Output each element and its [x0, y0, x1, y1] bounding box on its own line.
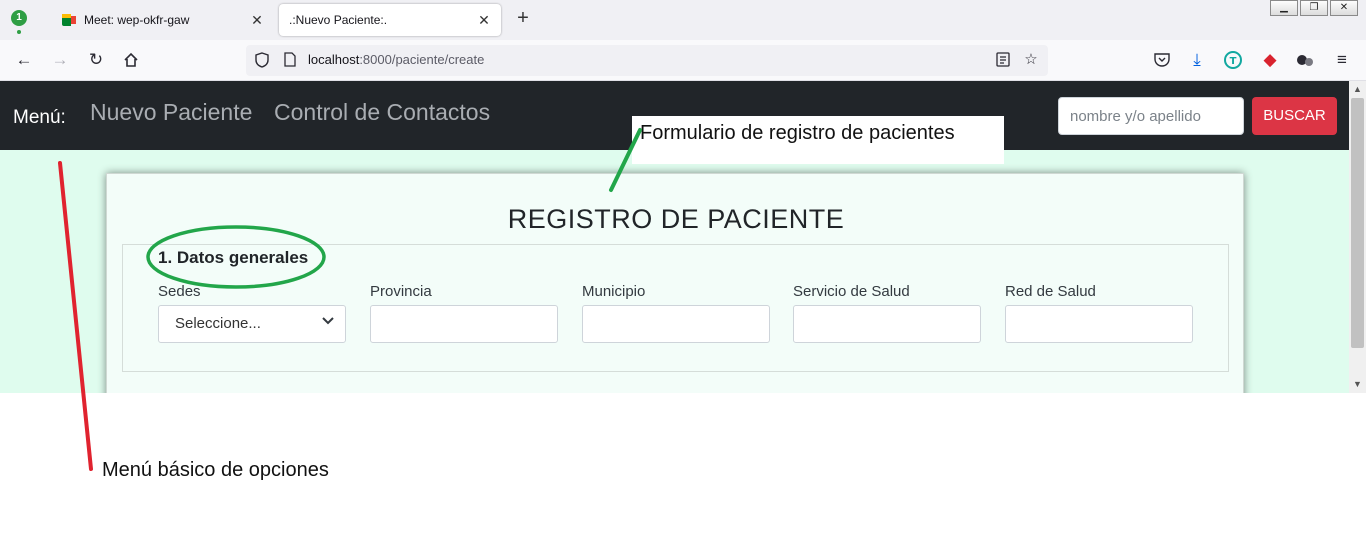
nav-link-control-contactos[interactable]: Control de Contactos	[274, 99, 490, 126]
tab-nuevo-paciente[interactable]: .:Nuevo Paciente:. ✕	[279, 4, 501, 36]
bookmark-star-icon[interactable]: ☆	[1019, 48, 1043, 72]
field-label: Servicio de Salud	[793, 283, 910, 300]
reload-icon[interactable]: ↻	[84, 48, 108, 72]
close-window-button[interactable]: ✕	[1330, 0, 1358, 16]
minimize-button[interactable]: ▁	[1270, 0, 1298, 16]
servicio-salud-input[interactable]	[793, 305, 981, 343]
vertical-scrollbar[interactable]: ▲ ▼	[1349, 81, 1366, 393]
window-controls: ▁ ❐ ✕	[1270, 0, 1358, 16]
pocket-icon[interactable]	[1150, 48, 1174, 72]
badge-indicator-dot	[17, 30, 21, 34]
nav-link-nuevo-paciente[interactable]: Nuevo Paciente	[90, 99, 252, 126]
field-red-salud: Red de Salud	[1005, 283, 1193, 343]
extensions-icon[interactable]	[1293, 48, 1317, 72]
red-salud-input[interactable]	[1005, 305, 1193, 343]
field-municipio: Municipio	[582, 283, 770, 343]
chevron-down-icon	[322, 317, 334, 325]
browser-toolbar: ← → ↻ localhost:8000/paciente/create ☆ ⤓…	[0, 40, 1366, 81]
sedes-select[interactable]: Seleccione...	[158, 305, 346, 343]
municipio-input[interactable]	[582, 305, 770, 343]
back-arrow-icon[interactable]: ←	[12, 48, 36, 72]
scroll-down-arrow-icon[interactable]: ▼	[1349, 376, 1366, 393]
url-host: localhost	[308, 52, 360, 67]
svg-text:T: T	[1230, 56, 1237, 67]
home-icon[interactable]	[119, 48, 143, 72]
field-label: Red de Salud	[1005, 283, 1096, 300]
downloads-icon[interactable]: ⤓	[1185, 48, 1209, 72]
url-text[interactable]: localhost:8000/paciente/create	[308, 52, 484, 67]
scroll-thumb[interactable]	[1351, 98, 1364, 348]
registration-card: REGISTRO DE PACIENTE 1. Datos generales …	[106, 173, 1244, 393]
navbar-brand: Menú:	[13, 107, 66, 128]
translate-extension-icon[interactable]: T	[1221, 48, 1245, 72]
field-label: Sedes	[158, 283, 201, 300]
annotation-menu-note: Menú básico de opciones	[102, 459, 329, 481]
section-title: 1. Datos generales	[158, 248, 309, 267]
field-servicio-salud: Servicio de Salud	[793, 283, 981, 343]
field-label: Municipio	[582, 283, 646, 300]
browser-tab-strip: 1 Meet: wep-okfr-gaw ✕ .:Nuevo Paciente:…	[0, 0, 1366, 40]
provincia-input[interactable]	[370, 305, 558, 343]
address-bar[interactable]: localhost:8000/paciente/create ☆	[246, 45, 1048, 76]
close-tab-icon[interactable]: ✕	[246, 12, 268, 29]
select-value: Seleccione...	[175, 315, 261, 332]
search-button[interactable]: BUSCAR	[1252, 97, 1337, 135]
forward-arrow-icon[interactable]: →	[48, 48, 72, 72]
field-sedes: Sedes Seleccione...	[158, 283, 346, 343]
tab-label: .:Nuevo Paciente:.	[289, 13, 388, 27]
menu-hamburger-icon[interactable]: ≡	[1330, 48, 1354, 72]
annotation-form-note: Formulario de registro de pacientes	[640, 122, 955, 144]
field-provincia: Provincia	[370, 283, 558, 343]
extension-badge-icon[interactable]: 1	[11, 10, 27, 26]
restore-button[interactable]: ❐	[1300, 0, 1328, 16]
search-input[interactable]	[1058, 97, 1244, 135]
field-label: Provincia	[370, 283, 432, 300]
tab-label: Meet: wep-okfr-gaw	[84, 13, 190, 27]
shield-icon[interactable]	[250, 48, 274, 72]
page-title: REGISTRO DE PACIENTE	[507, 204, 845, 234]
datos-generales-fieldset: 1. Datos generales Sedes Seleccione... P…	[122, 244, 1229, 372]
close-tab-icon[interactable]: ✕	[473, 12, 495, 29]
pin-extension-icon[interactable]: ◆	[1258, 48, 1282, 72]
page-info-icon[interactable]	[278, 48, 302, 72]
tab-meet[interactable]: Meet: wep-okfr-gaw ✕	[52, 4, 274, 36]
reader-view-icon[interactable]	[991, 48, 1015, 72]
scroll-up-arrow-icon[interactable]: ▲	[1349, 81, 1366, 98]
new-tab-icon[interactable]: +	[512, 8, 534, 30]
meet-icon	[62, 14, 76, 26]
url-path: :8000/paciente/create	[359, 52, 485, 67]
